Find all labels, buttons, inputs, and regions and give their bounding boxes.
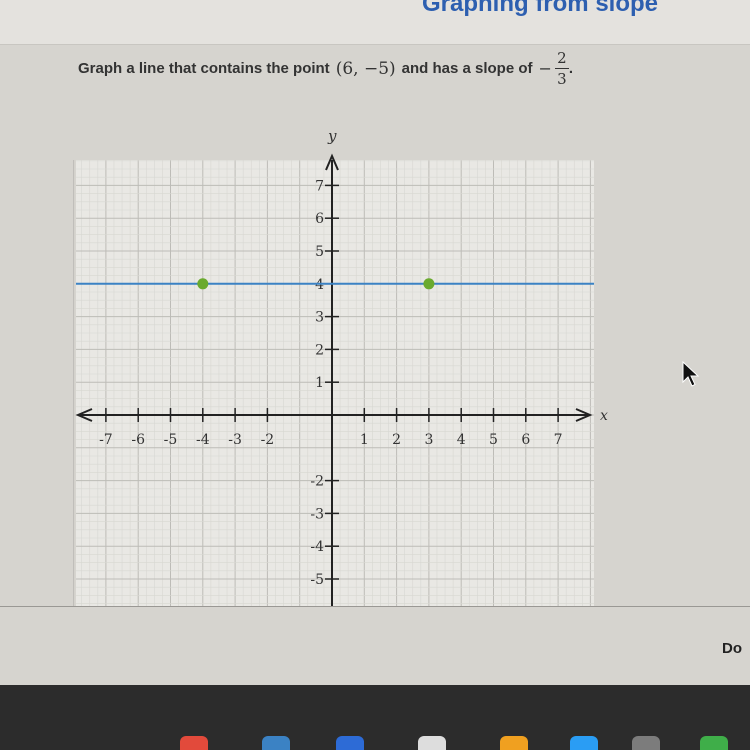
x-tick-label: 6 <box>521 432 530 448</box>
x-tick-label: -2 <box>261 432 275 448</box>
draggable-point[interactable] <box>423 278 435 290</box>
taskbar-app-icon[interactable] <box>418 736 446 750</box>
y-tick-label: -3 <box>310 506 324 522</box>
taskbar-app-icon[interactable] <box>262 736 290 750</box>
taskbar-app-icon[interactable] <box>336 736 364 750</box>
screen: Graphing from slope Graph a line that co… <box>0 0 750 685</box>
grid-lines <box>73 160 594 606</box>
y-tick-label: 2 <box>315 342 324 358</box>
x-tick-label: 7 <box>554 432 563 448</box>
y-tick-label: 6 <box>315 211 324 227</box>
x-tick-label: -4 <box>196 432 210 448</box>
taskbar <box>0 685 750 750</box>
taskbar-app-icon[interactable] <box>500 736 528 750</box>
taskbar-app-icon[interactable] <box>632 736 660 750</box>
x-tick-label: -5 <box>164 432 178 448</box>
y-tick-label: -2 <box>310 474 324 490</box>
y-tick-label: 7 <box>315 178 324 194</box>
x-axis-label: x <box>600 408 608 424</box>
y-tick-label: 3 <box>315 310 324 326</box>
draggable-point[interactable] <box>197 278 209 290</box>
taskbar-app-icon[interactable] <box>570 736 598 750</box>
plot-background <box>76 160 594 606</box>
arrow-cursor-icon <box>682 361 700 387</box>
x-tick-label: 4 <box>457 432 466 448</box>
x-tick-label: -6 <box>131 432 145 448</box>
footer-divider <box>0 606 750 607</box>
done-button[interactable]: Do <box>722 640 742 657</box>
x-tick-label: -3 <box>228 432 242 448</box>
y-tick-label: -4 <box>310 539 324 555</box>
x-tick-label: 3 <box>424 432 433 448</box>
taskbar-app-icon[interactable] <box>180 736 208 750</box>
taskbar-app-icon[interactable] <box>700 736 728 750</box>
y-tick-label: 5 <box>315 244 324 260</box>
y-tick-label: 1 <box>315 375 324 391</box>
x-tick-label: 1 <box>360 432 369 448</box>
x-tick-label: 5 <box>489 432 498 448</box>
y-tick-label: -5 <box>310 572 324 588</box>
x-tick-label: -7 <box>99 432 113 448</box>
y-axis-label: y <box>327 127 337 145</box>
x-tick-label: 2 <box>392 432 401 448</box>
coordinate-plane[interactable]: xy-7-6-5-4-3-212345677654321-2-3-4-5 <box>0 0 750 685</box>
